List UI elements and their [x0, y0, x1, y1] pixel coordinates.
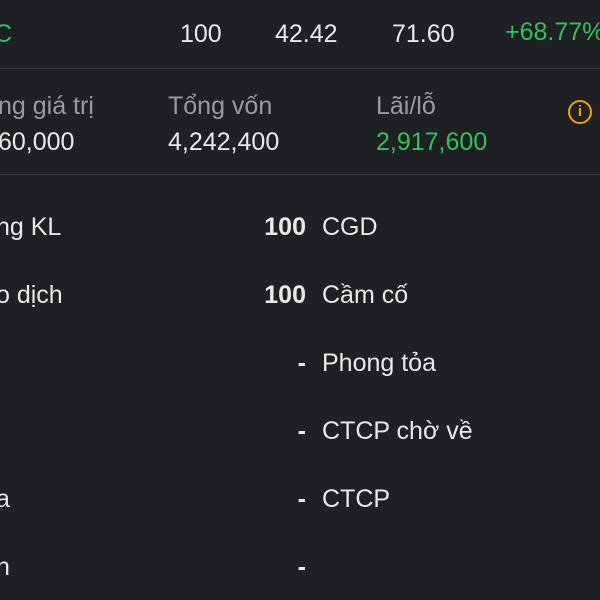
- detail-value: -: [297, 485, 306, 513]
- capital-label: Tổng vốn: [168, 92, 273, 120]
- detail-label: ng KL: [0, 213, 62, 241]
- avg-price-value: 42.42: [275, 20, 338, 48]
- detail-label: a: [0, 485, 10, 513]
- pnl-label: Lãi/lỗ: [376, 92, 436, 120]
- detail-label: n: [0, 553, 10, 581]
- detail-value: 100: [264, 213, 306, 241]
- detail-value: -: [297, 553, 306, 581]
- detail-value: -: [297, 417, 306, 445]
- detail-label: CGD: [322, 213, 378, 241]
- market-price-value: 71.60: [392, 20, 455, 48]
- capital-value: 4,242,400: [168, 128, 280, 156]
- detail-label: CTCP chờ về: [322, 417, 473, 445]
- symbol-fragment: C: [0, 20, 13, 48]
- divider: [0, 68, 600, 69]
- holding-detail-screen: C 100 42.42 71.60 +68.77% ng giá trị 60,…: [0, 0, 600, 600]
- change-percent: +68.77%: [505, 18, 600, 46]
- detail-label: o dịch: [0, 281, 63, 309]
- detail-label: Phong tỏa: [322, 349, 436, 377]
- detail-label: CTCP: [322, 485, 391, 513]
- detail-label: Cầm cố: [322, 281, 409, 309]
- market-value: 60,000: [0, 128, 75, 156]
- detail-value: -: [297, 349, 306, 377]
- info-icon[interactable]: i: [568, 100, 592, 124]
- market-value-label: ng giá trị: [0, 92, 94, 120]
- detail-value: 100: [264, 281, 306, 309]
- quantity-value: 100: [180, 20, 222, 48]
- pnl-value: 2,917,600: [376, 128, 488, 156]
- divider: [0, 174, 600, 175]
